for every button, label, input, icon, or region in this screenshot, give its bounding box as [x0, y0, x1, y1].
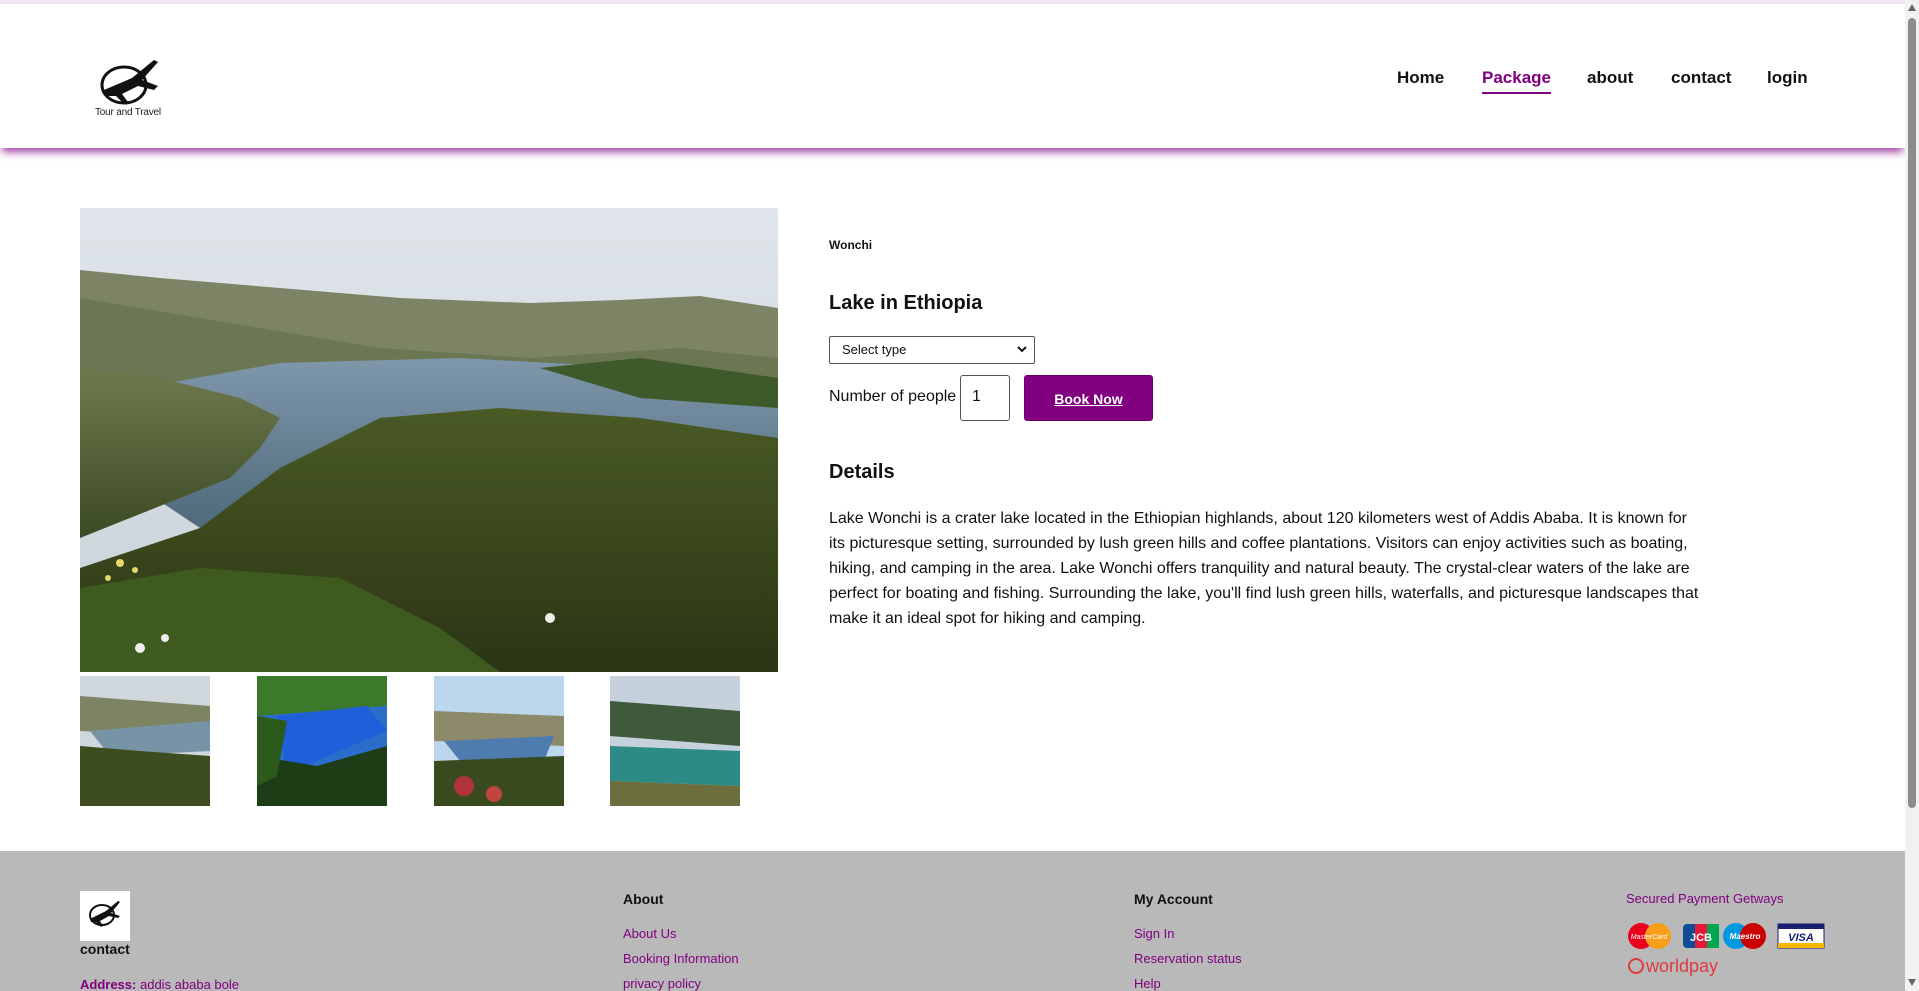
type-select[interactable]: Select type — [829, 336, 1035, 364]
footer-link-sign-in[interactable]: Sign In — [1134, 926, 1174, 941]
jcb-label: JCB — [1690, 932, 1712, 944]
thumbnail-1[interactable] — [80, 676, 210, 806]
people-input[interactable]: 1 — [960, 375, 1010, 421]
footer-link-help[interactable]: Help — [1134, 976, 1161, 991]
footer-link-about-us[interactable]: About Us — [623, 926, 676, 941]
book-now-button[interactable]: Book Now — [1024, 375, 1153, 421]
visa-icon: VISA — [1777, 923, 1825, 949]
details-text: Lake Wonchi is a crater lake located in … — [829, 510, 1699, 627]
footer-link-booking-info[interactable]: Booking Information — [623, 951, 739, 966]
maestro-icon: Maestro — [1723, 923, 1766, 949]
footer-address: Address: addis ababa bole — [80, 977, 239, 991]
chevron-down-icon — [1017, 346, 1027, 353]
address-value: addis ababa bole — [139, 977, 240, 991]
footer-link-reservation[interactable]: Reservation status — [1134, 951, 1242, 966]
maestro-label: Maestro — [1730, 932, 1761, 941]
worldpay-label: worldpay — [1645, 956, 1718, 976]
footer-account-heading: My Account — [1134, 891, 1213, 907]
jcb-icon: JCB — [1683, 924, 1719, 948]
payment-heading: Secured Payment Getways — [1626, 891, 1784, 906]
type-select-value: Select type — [842, 342, 907, 357]
footer-about-heading: About — [623, 891, 664, 907]
nav-package[interactable]: Package — [1482, 68, 1551, 94]
airplane-logo-icon — [89, 901, 120, 927]
details-heading: Details — [829, 461, 895, 483]
page-scrollbar[interactable] — [1905, 0, 1919, 991]
nav-about[interactable]: about — [1587, 68, 1633, 88]
mastercard-label: MasterCard — [1631, 934, 1669, 941]
nav-login[interactable]: login — [1767, 68, 1808, 88]
visa-label: VISA — [1788, 932, 1814, 944]
thumbnail-2[interactable] — [257, 676, 387, 806]
scroll-down-icon[interactable] — [1908, 979, 1916, 986]
payment-logos: MasterCard JCB Maestro VISA worldpay — [1628, 923, 1825, 976]
nav-contact[interactable]: contact — [1671, 68, 1731, 88]
package-main-image — [80, 208, 778, 672]
footer-logo[interactable] — [80, 891, 130, 941]
site-footer — [0, 851, 1905, 991]
thumbnail-3[interactable] — [434, 676, 564, 806]
people-label: Number of people — [829, 388, 957, 405]
site-header: Tour and Travel Home Package about conta… — [0, 4, 1905, 148]
worldpay-icon: worldpay — [1628, 956, 1718, 976]
main-nav: Home Package about contact login — [0, 68, 1905, 98]
package-name: Wonchi — [829, 238, 873, 252]
address-label: Address: — [80, 977, 137, 991]
scroll-up-icon[interactable] — [1908, 4, 1916, 11]
mastercard-icon: MasterCard — [1628, 923, 1671, 949]
nav-home[interactable]: Home — [1397, 68, 1444, 88]
package-title: Lake in Ethiopia — [829, 292, 983, 314]
footer-contact-heading: contact — [80, 941, 130, 957]
scrollbar-thumb[interactable] — [1908, 18, 1916, 808]
footer-link-privacy[interactable]: privacy policy — [623, 976, 701, 991]
logo-caption: Tour and Travel — [95, 107, 161, 118]
thumbnail-4[interactable] — [610, 676, 740, 806]
